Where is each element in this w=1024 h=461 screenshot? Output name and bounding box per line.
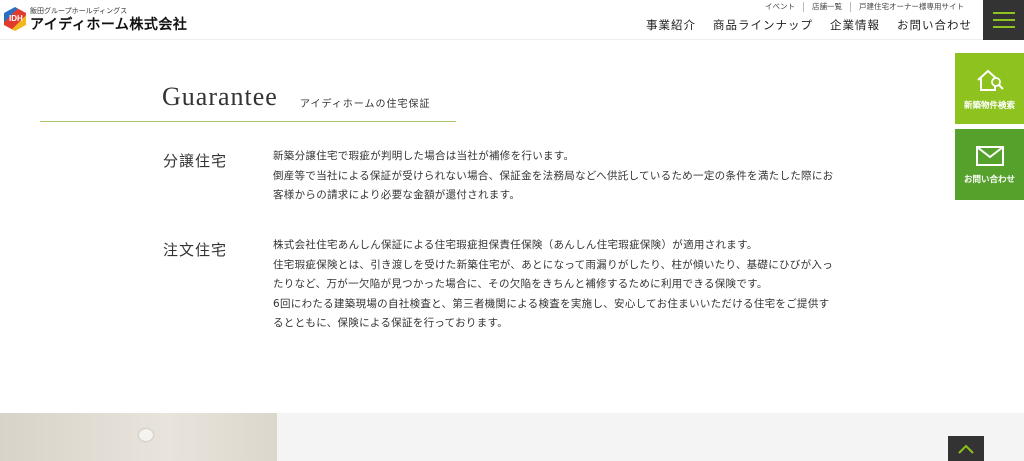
title-divider	[40, 121, 456, 122]
section-title-ja: アイディホームの住宅保証	[300, 99, 431, 110]
property-search-button[interactable]: 新築物件検索	[955, 53, 1024, 124]
main-nav: 事業紹介 商品ラインナップ 企業情報 お問い合わせ	[646, 17, 972, 33]
text-line: たりなど、万が一欠陥が見つかった場合に、その欠陥をきちんと補修するために利用でき…	[273, 278, 768, 290]
text-line: 新築分譲住宅で瑕疵が判明した場合は当社が補修を行います。	[273, 150, 575, 162]
chevron-up-icon	[958, 444, 974, 454]
text-line: 株式会社住宅あんしん保証による住宅瑕疵担保責任保険（あんしん住宅瑕疵保険）が適用…	[273, 239, 758, 251]
text-line: るとともに、保険による保証を行っております。	[273, 317, 509, 329]
util-link-owner-site[interactable]: 戸建住宅オーナー様専用サイト	[850, 2, 972, 12]
company-logo[interactable]: IDH 飯田グループホールディングス アイディホーム株式会社	[4, 3, 187, 37]
house-search-icon	[976, 69, 1004, 91]
interior-photo	[0, 413, 277, 461]
text-line: 6回にわたる建築現場の自社検査と、第三者機関による検査を実施し、安心してお住まい…	[273, 297, 830, 310]
text-chumon: 株式会社住宅あんしん保証による住宅瑕疵担保責任保険（あんしん住宅瑕疵保険）が適用…	[273, 236, 863, 334]
text-line: 倒産等で当社による保証が受けられない場合、保証金を法務局などへ供託しているため一…	[273, 169, 834, 182]
nav-lineup[interactable]: 商品ラインナップ	[713, 17, 813, 33]
util-link-event[interactable]: イベント	[757, 2, 803, 12]
util-link-stores[interactable]: 店舗一覧	[803, 2, 850, 12]
site-header: IDH 飯田グループホールディングス アイディホーム株式会社 イベント 店舗一覧…	[0, 0, 1024, 40]
logo-subtitle: 飯田グループホールディングス	[30, 8, 128, 15]
logo-title: アイディホーム株式会社	[30, 16, 188, 32]
property-search-label: 新築物件検索	[963, 100, 1015, 111]
heading-chumon: 注文住宅	[163, 241, 228, 259]
section-title-en: Guarantee	[162, 82, 278, 111]
contact-side-label: お問い合わせ	[963, 174, 1015, 185]
utility-links: イベント 店舗一覧 戸建住宅オーナー様専用サイト	[757, 2, 972, 12]
nav-business[interactable]: 事業紹介	[646, 17, 696, 33]
nav-contact[interactable]: お問い合わせ	[897, 17, 972, 33]
contact-side-button[interactable]: お問い合わせ	[955, 129, 1024, 200]
nav-company[interactable]: 企業情報	[830, 17, 880, 33]
logo-mark-icon: IDH	[4, 7, 26, 33]
text-line: 客様からの請求により必要な金額が還付されます。	[273, 189, 521, 201]
text-line: 住宅瑕疵保険とは、引き渡しを受けた新築住宅が、あとになって雨漏りがしたり、柱が傾…	[273, 258, 834, 271]
text-bunjo: 新築分譲住宅で瑕疵が判明した場合は当社が補修を行います。 倒産等で当社による保証…	[273, 147, 863, 206]
back-to-top-button[interactable]	[948, 436, 984, 461]
mail-icon	[975, 145, 1004, 166]
heading-bunjo: 分譲住宅	[163, 152, 228, 170]
hamburger-icon[interactable]	[983, 0, 1024, 40]
